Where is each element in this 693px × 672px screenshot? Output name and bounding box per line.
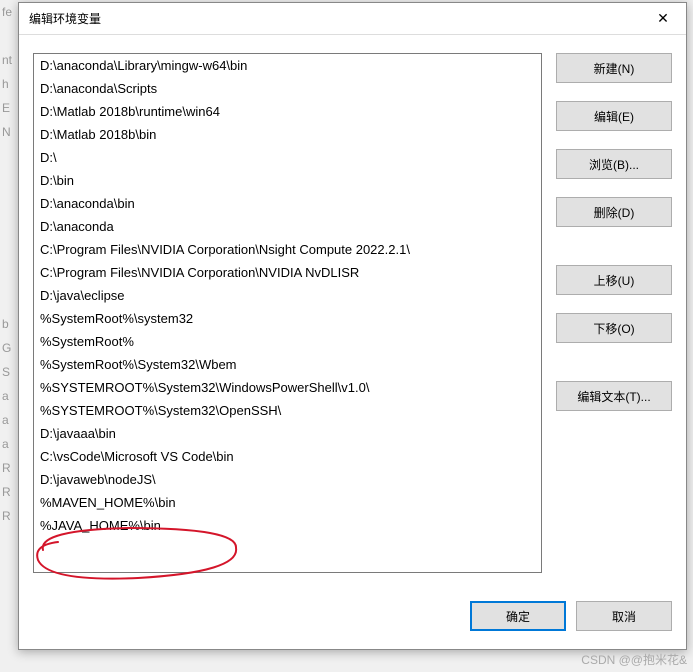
side-button-column: 新建(N) 编辑(E) 浏览(B)... 删除(D) 上移(U) 下移(O) 编… — [556, 53, 672, 573]
list-item[interactable]: D:\javaweb\nodeJS\ — [34, 468, 541, 491]
move-up-button[interactable]: 上移(U) — [556, 265, 672, 295]
new-button[interactable]: 新建(N) — [556, 53, 672, 83]
list-item[interactable]: %SYSTEMROOT%\System32\WindowsPowerShell\… — [34, 376, 541, 399]
watermark-text: CSDN @@抱米花& — [581, 651, 687, 668]
dialog-content: D:\anaconda\Library\mingw-w64\bin D:\ana… — [19, 35, 686, 587]
list-item[interactable]: %JAVA_HOME%\bin — [34, 514, 541, 537]
list-item[interactable]: D:\anaconda\Library\mingw-w64\bin — [34, 54, 541, 77]
list-item[interactable]: D:\ — [34, 146, 541, 169]
delete-button[interactable]: 删除(D) — [556, 197, 672, 227]
list-item[interactable]: %SystemRoot% — [34, 330, 541, 353]
list-item[interactable]: D:\bin — [34, 169, 541, 192]
dialog-title: 编辑环境变量 — [29, 10, 101, 27]
titlebar: 编辑环境变量 ✕ — [19, 3, 686, 35]
list-item[interactable]: C:\vsCode\Microsoft VS Code\bin — [34, 445, 541, 468]
list-item[interactable]: D:\java\eclipse — [34, 284, 541, 307]
list-item[interactable]: %SystemRoot%\System32\Wbem — [34, 353, 541, 376]
browse-button[interactable]: 浏览(B)... — [556, 149, 672, 179]
move-down-button[interactable]: 下移(O) — [556, 313, 672, 343]
list-item[interactable]: C:\Program Files\NVIDIA Corporation\Nsig… — [34, 238, 541, 261]
list-item[interactable]: D:\Matlab 2018b\runtime\win64 — [34, 100, 541, 123]
close-button[interactable]: ✕ — [640, 3, 686, 35]
list-item[interactable]: %MAVEN_HOME%\bin — [34, 491, 541, 514]
ok-button[interactable]: 确定 — [470, 601, 566, 631]
close-icon: ✕ — [657, 10, 669, 27]
cancel-button[interactable]: 取消 — [576, 601, 672, 631]
list-item[interactable]: C:\Program Files\NVIDIA Corporation\NVID… — [34, 261, 541, 284]
list-item[interactable]: D:\anaconda — [34, 215, 541, 238]
dialog-footer: 确定 取消 — [19, 587, 686, 649]
list-item[interactable]: %SYSTEMROOT%\System32\OpenSSH\ — [34, 399, 541, 422]
list-item[interactable]: %SystemRoot%\system32 — [34, 307, 541, 330]
list-item[interactable]: D:\Matlab 2018b\bin — [34, 123, 541, 146]
background-text: fe nt h E N b G S a a a R R R — [0, 0, 12, 528]
edit-button[interactable]: 编辑(E) — [556, 101, 672, 131]
path-listbox[interactable]: D:\anaconda\Library\mingw-w64\bin D:\ana… — [34, 54, 541, 572]
list-item[interactable]: D:\anaconda\Scripts — [34, 77, 541, 100]
edit-environment-variable-dialog: 编辑环境变量 ✕ D:\anaconda\Library\mingw-w64\b… — [18, 2, 687, 650]
list-item[interactable]: D:\anaconda\bin — [34, 192, 541, 215]
list-item[interactable]: D:\javaaa\bin — [34, 422, 541, 445]
edit-text-button[interactable]: 编辑文本(T)... — [556, 381, 672, 411]
path-listbox-container: D:\anaconda\Library\mingw-w64\bin D:\ana… — [33, 53, 542, 573]
